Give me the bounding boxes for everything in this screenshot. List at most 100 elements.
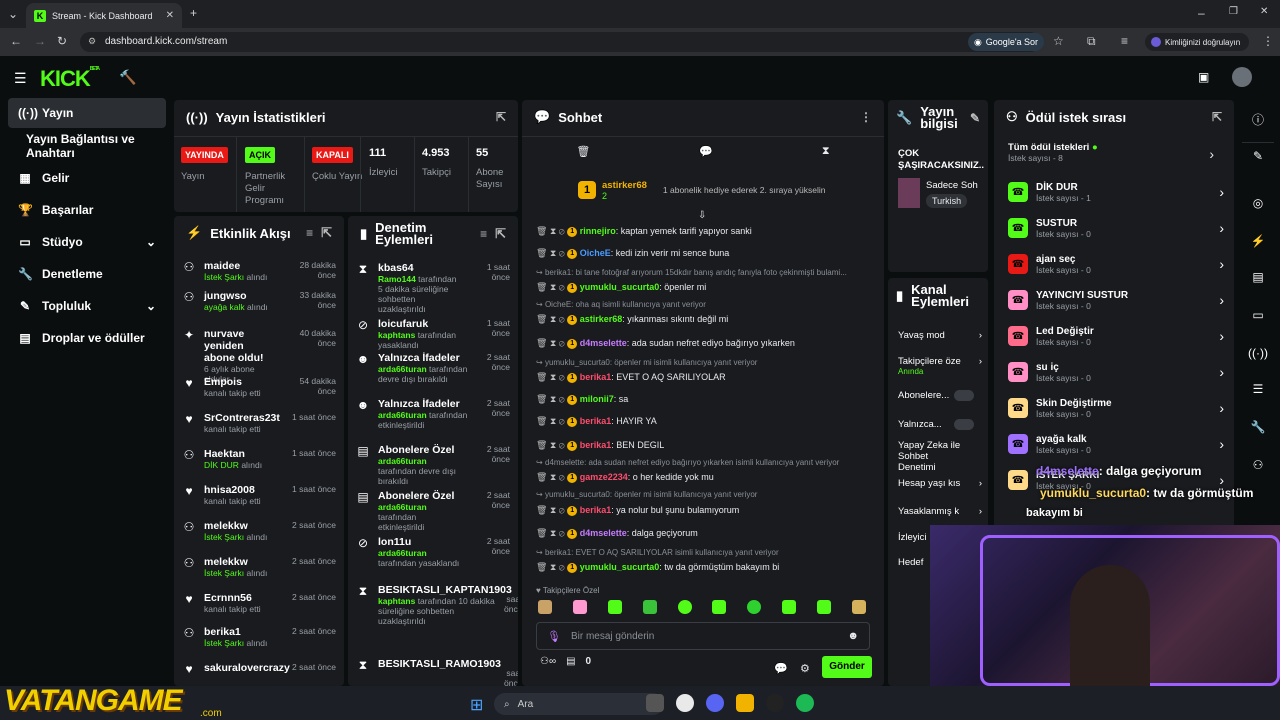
sidebar-item-basarilar[interactable]: 🏆 Başarılar <box>8 195 166 225</box>
ban-icon[interactable]: ⊘ <box>559 282 565 292</box>
delete-icon[interactable]: 🗑 <box>536 505 547 515</box>
target-icon[interactable]: ◎ <box>1242 190 1274 216</box>
edit-icon[interactable]: ✎ <box>1242 142 1274 168</box>
reward-item[interactable]: ☎ DİK DUR İstek sayısı - 1 › <box>1008 176 1224 208</box>
minimize-icon[interactable]: – <box>1198 6 1205 20</box>
subscribers-only-row[interactable]: Abonelere... <box>898 390 982 401</box>
info-icon[interactable]: ⓘ <box>1242 106 1274 132</box>
ban-icon[interactable]: ⊘ <box>559 248 565 258</box>
user-avatar[interactable] <box>1232 67 1252 87</box>
delete-icon[interactable]: 🗑 <box>536 562 547 572</box>
google-ask-button[interactable]: ◉ Google'a Sor <box>968 33 1044 51</box>
close-window-icon[interactable]: ✕ <box>1260 6 1268 17</box>
banned-words-row[interactable]: Yasaklanmış k › <box>898 506 982 517</box>
ban-icon[interactable]: ⊘ <box>559 372 565 382</box>
url-field[interactable]: ⚙ dashboard.kick.com/stream <box>80 32 1040 52</box>
viewer-row[interactable]: İzleyici <box>898 532 927 543</box>
sidebar-item-studyo[interactable]: ▭ Stüdyo ⌄ <box>8 227 166 257</box>
timeout-icon[interactable]: ⧗ <box>550 505 556 515</box>
maximize-icon[interactable]: ❐ <box>1229 6 1238 17</box>
sidebar-item-gelir[interactable]: ▦ Gelir <box>8 163 166 193</box>
chat-message[interactable]: 🗑 ⧗ ⊘ 1 berika1: ya nolur bul şunu bulam… <box>536 505 874 516</box>
chat-message[interactable]: 🗑 ⧗ ⊘ 1 rinnejiro: kaptan yemek tarifi y… <box>536 226 874 237</box>
popout-icon[interactable]: ⇱ <box>321 225 332 241</box>
timeout-icon[interactable]: ⧗ <box>550 282 556 292</box>
close-tab-icon[interactable]: ✕ <box>166 10 174 21</box>
popout-icon[interactable]: ⇱ <box>495 226 506 242</box>
delete-icon[interactable]: 🗑 <box>536 372 547 382</box>
popout-icon[interactable]: ⇱ <box>496 110 506 124</box>
reward-item[interactable]: ☎ SUSTUR İstek sayısı - 0 › <box>1008 212 1224 244</box>
chat-message[interactable]: 🗑 ⧗ ⊘ 1 berika1: HAYIR YA <box>536 416 874 427</box>
slow-mode-row[interactable]: Yavaş mod › <box>898 330 982 341</box>
timeout-icon[interactable]: ⧗ <box>550 394 556 404</box>
chat-bubble-icon[interactable]: ▭ <box>1242 302 1274 328</box>
timeout-icon[interactable]: ⧗ <box>550 528 556 538</box>
broadcast-icon[interactable]: ((·)) <box>1242 340 1274 366</box>
chat-message[interactable]: 🗑 ⧗ ⊘ 1 milonii7: sa <box>536 394 874 405</box>
delete-icon[interactable]: 🗑 <box>536 394 547 404</box>
chat-message[interactable]: 🗑 ⧗ ⊘ 1 berika1: EVET O AQ SARILIYOLAR <box>536 372 874 383</box>
reward-item[interactable]: ☎ su iç İstek sayısı - 0 › <box>1008 356 1224 388</box>
wrench-icon[interactable]: 🔧 <box>1242 414 1274 440</box>
sidebar-item-stream-key[interactable]: Yayın Bağlantısı ve Anahtarı <box>18 131 172 161</box>
reward-item[interactable]: ☎ ayağa kalk İstek sayısı - 0 › <box>1008 428 1224 460</box>
toggle-switch[interactable] <box>954 419 974 430</box>
emote-icon[interactable] <box>747 600 762 614</box>
chat-message[interactable]: 🗑 ⧗ ⊘ 1 d4mselette: ada sudan nefret edi… <box>536 338 874 349</box>
timeout-icon[interactable]: ⧗ <box>550 416 556 426</box>
new-tab-icon[interactable]: + <box>190 6 197 20</box>
ban-icon[interactable]: ⊘ <box>559 440 565 450</box>
emote-icon[interactable] <box>538 600 552 614</box>
reward-item[interactable]: ☎ Led Değiştir İstek sayısı - 0 › <box>1008 320 1224 352</box>
edit-icon[interactable]: ✎ <box>970 111 980 125</box>
reward-item[interactable]: ☎ ajan seç İstek sayısı - 0 › <box>1008 248 1224 280</box>
media-icon[interactable]: ≡ <box>1121 34 1128 48</box>
document-icon[interactable]: ▤ <box>1242 264 1274 290</box>
timeout-icon[interactable]: ⧗ <box>550 248 556 258</box>
delete-icon[interactable]: 🗑 <box>536 528 547 538</box>
chrome-icon[interactable] <box>676 694 694 712</box>
points-icon[interactable]: ⚇∞ <box>540 656 556 667</box>
all-rewards-row[interactable]: Tüm ödül istekleri ● İstek sayısı - 8 › <box>1008 142 1220 172</box>
ban-icon[interactable]: ⊘ <box>559 528 565 538</box>
chat-input[interactable]: 🎙 Bir mesaj gönderin ☻ <box>536 622 870 650</box>
timeout-icon[interactable]: ⧗ <box>550 226 556 236</box>
profile-button[interactable]: Kimliğinizi doğrulayın <box>1145 33 1249 51</box>
browser-menu-icon[interactable]: ⋮ <box>1262 34 1274 48</box>
emoji-icon[interactable]: ☻ <box>847 630 859 642</box>
delete-icon[interactable]: 🗑 <box>536 248 547 258</box>
chat-message[interactable]: 🗑 ⧗ ⊘ 1 OicheE: kedi izin verir mi sence… <box>536 248 874 259</box>
toggle-switch[interactable] <box>954 390 974 401</box>
hamburger-menu-icon[interactable]: ☰ <box>14 70 27 87</box>
wallet-icon[interactable]: ▣ <box>1198 70 1209 84</box>
account-age-row[interactable]: Hesap yaşı kıs › <box>898 478 982 489</box>
layout-icon[interactable]: ☰ <box>1242 376 1274 402</box>
reward-item[interactable]: ☎ YAYINCIYI SUSTUR İstek sayısı - 0 › <box>1008 284 1224 316</box>
timeout-icon[interactable]: ⧗ <box>550 562 556 572</box>
obs-icon[interactable] <box>766 694 784 712</box>
filter-icon[interactable]: ≡ <box>480 227 487 241</box>
delete-icon[interactable]: 🗑 <box>536 440 547 450</box>
extensions-icon[interactable]: ⧉ <box>1087 34 1096 49</box>
emote-icon[interactable] <box>712 600 727 614</box>
target-row[interactable]: Hedef <box>898 557 923 568</box>
emote-icon[interactable] <box>851 600 866 614</box>
delete-icon[interactable]: 🗑 <box>536 282 547 292</box>
tab-list-icon[interactable]: ⌄ <box>8 7 18 21</box>
forward-icon[interactable]: → <box>34 34 46 48</box>
chat-message[interactable]: 🗑 ⧗ ⊘ 1 gamze2234: o her kedide yok mu <box>536 472 874 483</box>
ban-icon[interactable]: ⊘ <box>559 505 565 515</box>
sidebar-item-denetleme[interactable]: 🔧 Denetleme <box>8 259 166 289</box>
popout-icon[interactable]: ⇱ <box>1212 110 1222 124</box>
browser-tab[interactable]: K Stream - Kick Dashboard ✕ <box>26 3 182 28</box>
ban-icon[interactable]: ⊘ <box>559 394 565 404</box>
sidebar-item-topluluk[interactable]: ✎ Topluluk ⌄ <box>8 291 166 321</box>
coins-icon[interactable]: ⚇ <box>1242 452 1274 478</box>
settings-gear-icon[interactable]: ⚙ <box>800 662 810 675</box>
emote-icon[interactable] <box>607 600 622 614</box>
bookmark-star-icon[interactable]: ☆ <box>1053 34 1064 48</box>
ban-icon[interactable]: ⊘ <box>559 562 565 572</box>
file-explorer-icon[interactable] <box>646 694 664 712</box>
discord-icon[interactable] <box>706 694 724 712</box>
